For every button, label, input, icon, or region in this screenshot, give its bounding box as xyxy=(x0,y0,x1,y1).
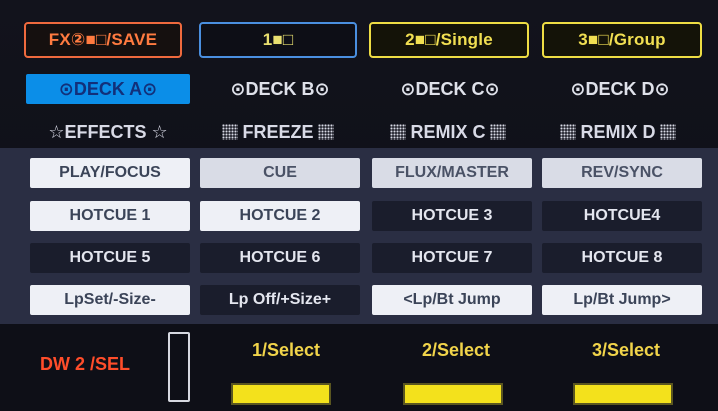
hotcue-7-pad[interactable]: HOTCUE 7 xyxy=(372,243,532,273)
select-1-label: 1/Select xyxy=(251,340,321,360)
button-2-single[interactable]: 2■□/Single xyxy=(369,22,529,58)
grid-pattern-icon xyxy=(390,124,407,140)
rev-sync-pad[interactable]: REV/SYNC xyxy=(542,158,702,188)
dw-select-label: DW 2 /SEL xyxy=(40,354,131,374)
deck-c-tab[interactable]: ⊙DECK C⊙ xyxy=(366,74,534,104)
select-3-bar[interactable] xyxy=(573,383,673,405)
fx-save-button[interactable]: FX②■□/SAVE xyxy=(24,22,182,58)
hotcue-2-pad[interactable]: HOTCUE 2 xyxy=(200,201,360,231)
hotcue-5-pad[interactable]: HOTCUE 5 xyxy=(30,243,190,273)
grid-pattern-icon xyxy=(222,124,239,140)
remix-c-mode-label: REMIX C xyxy=(410,121,486,142)
hotcue-1-pad[interactable]: HOTCUE 1 xyxy=(30,201,190,231)
select-1-bar[interactable] xyxy=(231,383,331,405)
remix-d-mode[interactable]: REMIX D xyxy=(534,118,702,146)
select-2-label: 2/Select xyxy=(421,340,491,360)
bottom-bar: DW 2 /SEL 1/Select 2/Select 3/Select xyxy=(0,324,718,411)
flux-master-pad[interactable]: FLUX/MASTER xyxy=(372,158,532,188)
remix-d-mode-label: REMIX D xyxy=(580,121,656,142)
function-row: FX②■□/SAVE 1■□ 2■□/Single 3■□/Group xyxy=(24,22,704,58)
grid-pattern-icon xyxy=(317,124,334,140)
grid-pattern-icon xyxy=(560,124,577,140)
grid-pattern-icon xyxy=(489,124,506,140)
freeze-mode-label: FREEZE xyxy=(242,121,314,142)
effects-mode-label: ☆EFFECTS ☆ xyxy=(48,121,168,142)
select-2-bar[interactable] xyxy=(403,383,503,405)
loop-beat-jump-back-pad[interactable]: <Lp/Bt Jump xyxy=(372,285,532,315)
dw-indicator xyxy=(168,332,190,402)
loop-off-size-plus-pad[interactable]: Lp Off/+Size+ xyxy=(200,285,360,315)
loop-beat-jump-forward-pad[interactable]: Lp/Bt Jump> xyxy=(542,285,702,315)
deck-d-tab[interactable]: ⊙DECK D⊙ xyxy=(536,74,704,104)
mode-row: ☆EFFECTS ☆ FREEZE REMIX C REMIX D xyxy=(24,118,704,146)
freeze-mode[interactable]: FREEZE xyxy=(194,118,362,146)
hotcue-8-pad[interactable]: HOTCUE 8 xyxy=(542,243,702,273)
hotcue-4-pad[interactable]: HOTCUE4 xyxy=(542,201,702,231)
play-focus-pad[interactable]: PLAY/FOCUS xyxy=(30,158,190,188)
loop-set-size-minus-pad[interactable]: LpSet/-Size- xyxy=(30,285,190,315)
button-1[interactable]: 1■□ xyxy=(199,22,357,58)
remix-c-mode[interactable]: REMIX C xyxy=(364,118,532,146)
pad-grid: PLAY/FOCUS CUE FLUX/MASTER REV/SYNC HOTC… xyxy=(0,148,718,324)
deck-a-tab[interactable]: ⊙DECK A⊙ xyxy=(26,74,190,104)
controller-screen: FX②■□/SAVE 1■□ 2■□/Single 3■□/Group ⊙DEC… xyxy=(0,0,718,411)
button-3-group[interactable]: 3■□/Group xyxy=(542,22,702,58)
grid-pattern-icon xyxy=(659,124,676,140)
deck-row: ⊙DECK A⊙ ⊙DECK B⊙ ⊙DECK C⊙ ⊙DECK D⊙ xyxy=(24,74,704,104)
hotcue-3-pad[interactable]: HOTCUE 3 xyxy=(372,201,532,231)
deck-b-tab[interactable]: ⊙DECK B⊙ xyxy=(196,74,364,104)
effects-mode[interactable]: ☆EFFECTS ☆ xyxy=(24,118,192,146)
hotcue-6-pad[interactable]: HOTCUE 6 xyxy=(200,243,360,273)
select-3-label: 3/Select xyxy=(591,340,661,360)
cue-pad[interactable]: CUE xyxy=(200,158,360,188)
